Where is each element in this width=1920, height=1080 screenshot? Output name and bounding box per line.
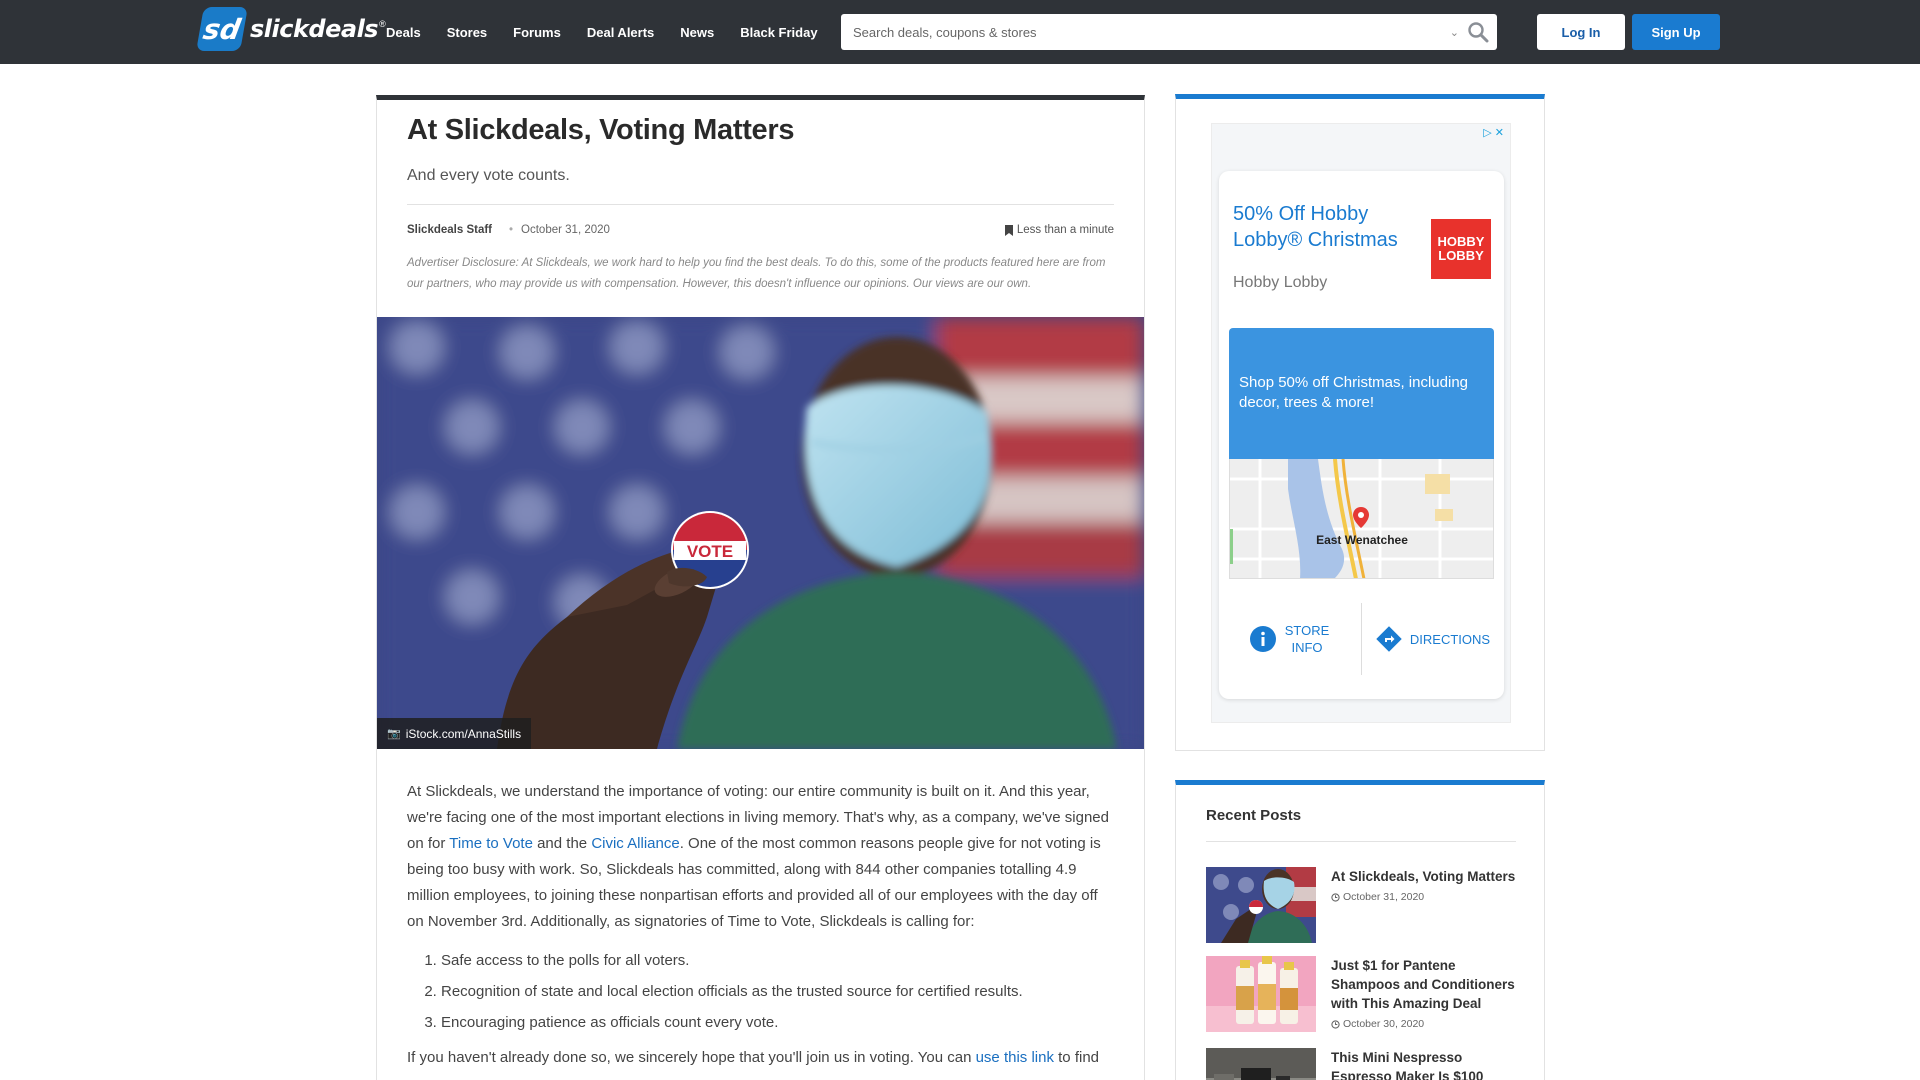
- post-thumbnail[interactable]: [1206, 1048, 1316, 1080]
- vote-badge-text: VOTE: [687, 542, 733, 561]
- nav-stores[interactable]: Stores: [447, 25, 487, 40]
- post-thumbnail[interactable]: [1206, 867, 1316, 943]
- search-input[interactable]: [841, 14, 1450, 50]
- clock-icon: [1331, 892, 1340, 902]
- logo-text: slickdeals: [250, 15, 379, 43]
- post-date-text: October 31, 2020: [1343, 891, 1425, 903]
- chevron-down-icon[interactable]: ⌄: [1450, 26, 1459, 39]
- recent-posts-title: Recent Posts: [1206, 807, 1302, 824]
- nav-black-friday[interactable]: Black Friday: [740, 25, 817, 40]
- recent-post-item[interactable]: This Mini Nespresso Espresso Maker Is $1…: [1206, 1048, 1516, 1080]
- nav-news[interactable]: News: [680, 25, 714, 40]
- list-item: Safe access to the polls for all voters.: [441, 952, 1114, 970]
- hero-image: VOTE 📷 iStock.com/AnnaStills: [377, 317, 1144, 749]
- list-item: Encouraging patience as officials count …: [441, 1014, 1114, 1032]
- logo-badge: sd: [196, 7, 248, 51]
- ad-actions: STORE INFO DIRECTIONS: [1219, 603, 1504, 675]
- directions-button[interactable]: DIRECTIONS: [1361, 603, 1504, 675]
- store-info-button[interactable]: STORE INFO: [1219, 603, 1361, 675]
- post-title[interactable]: Just $1 for Pantene Shampoos and Conditi…: [1331, 956, 1516, 1013]
- store-info-label: STORE INFO: [1284, 623, 1330, 655]
- time-to-vote-link[interactable]: Time to Vote: [449, 835, 533, 852]
- nespresso-thumbnail: [1206, 1048, 1316, 1080]
- paragraph-text: If you haven't already done so, we since…: [407, 1049, 976, 1066]
- ad-brand: Hobby Lobby: [1233, 274, 1328, 291]
- ad-choices-icon[interactable]: ▷ ✕: [1483, 126, 1504, 139]
- demands-list: Safe access to the polls for all voters.…: [407, 952, 1114, 1032]
- article-subtitle: And every vote counts.: [407, 167, 570, 184]
- article-meta: Slickdeals Staff • October 31, 2020 Less…: [407, 224, 1114, 236]
- ad-headline[interactable]: 50% Off Hobby Lobby® Christmas: [1233, 201, 1413, 253]
- post-title[interactable]: At Slickdeals, Voting Matters: [1331, 867, 1515, 886]
- sidebar-ad-container: ▷ ✕ 50% Off Hobby Lobby® Christmas Hobby…: [1175, 94, 1545, 751]
- nav-deal-alerts[interactable]: Deal Alerts: [587, 25, 654, 40]
- list-item: Recognition of state and local election …: [441, 983, 1114, 1001]
- voting-thumbnail: [1206, 867, 1316, 943]
- signup-button[interactable]: Sign Up: [1632, 14, 1720, 50]
- paragraph-text: and the: [532, 835, 592, 852]
- read-time-label: Less than a minute: [1016, 224, 1114, 236]
- meta-separator: •: [509, 224, 514, 236]
- author-name[interactable]: Slickdeals Staff: [407, 224, 492, 236]
- post-info: Just $1 for Pantene Shampoos and Conditi…: [1331, 956, 1516, 1032]
- paragraph-text: to find: [1053, 1049, 1099, 1066]
- civic-alliance-link[interactable]: Civic Alliance: [591, 835, 679, 852]
- article-title: At Slickdeals, Voting Matters: [407, 114, 795, 146]
- image-credit: 📷 iStock.com/AnnaStills: [377, 718, 532, 749]
- camera-icon: 📷: [387, 728, 401, 740]
- info-icon: [1250, 626, 1276, 652]
- article-paragraph: At Slickdeals, we understand the importa…: [407, 779, 1114, 935]
- post-title[interactable]: This Mini Nespresso Espresso Maker Is $1…: [1331, 1048, 1516, 1080]
- article-card: At Slickdeals, Voting Matters And every …: [376, 95, 1145, 1080]
- post-info: At Slickdeals, Voting Matters October 31…: [1331, 867, 1515, 943]
- divider: [1206, 841, 1516, 842]
- ad-frame: ▷ ✕ 50% Off Hobby Lobby® Christmas Hobby…: [1211, 123, 1511, 723]
- publish-date: October 31, 2020: [521, 224, 610, 236]
- map-graphic: East Wenatchee: [1230, 459, 1493, 578]
- search-icon[interactable]: [1467, 21, 1489, 43]
- post-thumbnail[interactable]: [1206, 956, 1316, 1032]
- divider: [407, 204, 1114, 205]
- article-paragraph-2: If you haven't already done so, we since…: [407, 1045, 1114, 1071]
- ad-card[interactable]: 50% Off Hobby Lobby® Christmas Hobby Lob…: [1219, 171, 1504, 699]
- clock-icon: [1331, 1019, 1340, 1029]
- recent-post-item[interactable]: Just $1 for Pantene Shampoos and Conditi…: [1206, 956, 1516, 1032]
- slickdeals-logo[interactable]: sd slickdeals ®: [196, 6, 386, 52]
- search-bar: ⌄: [841, 14, 1497, 50]
- directions-label: DIRECTIONS: [1409, 631, 1491, 647]
- directions-icon: [1376, 626, 1402, 652]
- ad-map[interactable]: East Wenatchee: [1229, 459, 1494, 579]
- post-date: October 31, 2020: [1331, 891, 1515, 903]
- bookmark-icon: [1004, 224, 1013, 236]
- nav-forums[interactable]: Forums: [513, 25, 561, 40]
- hero-illustration: VOTE: [377, 317, 1144, 749]
- login-button[interactable]: Log In: [1537, 14, 1625, 50]
- hobby-lobby-logo: HOBBY LOBBY: [1431, 219, 1491, 279]
- top-navigation-bar: sd slickdeals ® Deals Stores Forums Deal…: [0, 0, 1920, 64]
- main-nav: Deals Stores Forums Deal Alerts News Bla…: [373, 0, 831, 64]
- image-credit-text: iStock.com/AnnaStills: [405, 726, 522, 741]
- use-this-link[interactable]: use this link: [976, 1049, 1054, 1066]
- ad-promo-text[interactable]: Shop 50% off Christmas, including decor,…: [1229, 328, 1494, 459]
- pantene-thumbnail: [1206, 956, 1316, 1032]
- advertiser-disclosure: Advertiser Disclosure: At Slickdeals, we…: [407, 257, 1106, 290]
- read-time: Less than a minute: [1004, 224, 1114, 236]
- map-label: East Wenatchee: [1316, 533, 1408, 547]
- post-date-text: October 30, 2020: [1343, 1018, 1425, 1030]
- recent-post-item[interactable]: At Slickdeals, Voting Matters October 31…: [1206, 867, 1516, 943]
- post-info: This Mini Nespresso Espresso Maker Is $1…: [1331, 1048, 1516, 1080]
- nav-deals[interactable]: Deals: [386, 25, 421, 40]
- post-date: October 30, 2020: [1331, 1018, 1516, 1030]
- recent-posts-panel: Recent Posts At Slickdeals, Voting Matte…: [1175, 780, 1545, 1080]
